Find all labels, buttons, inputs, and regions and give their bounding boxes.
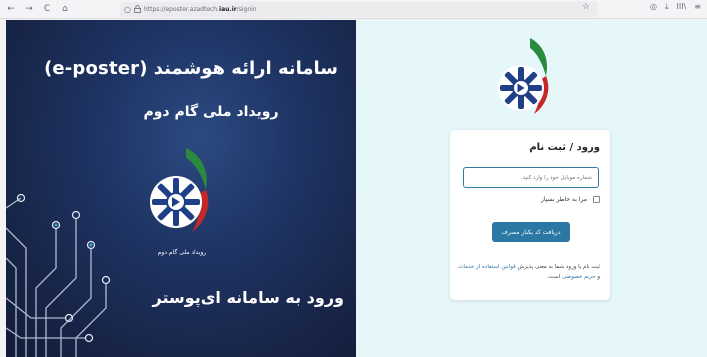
hero-subhead: رویداد ملی گام دوم [143,104,279,120]
hero-panel: سامانه ارائه هوشمند (e-poster) رویداد مل… [6,20,356,357]
home-icon[interactable]: ⌂ [58,2,72,16]
event-logo-icon: رویداد ملی گام دوم [498,38,549,138]
terms-of-service-link[interactable]: قوانین استفاده از خدمات [458,264,515,270]
url-text[interactable]: https://eposter.azadtech.iau.ir/signin [144,6,257,13]
library-icon[interactable]: III\ [677,2,687,12]
terms-prefix: ثبت نام یا ورود شما به معنی پذیرش [515,264,600,270]
forward-icon[interactable]: → [22,2,36,16]
lock-icon[interactable] [134,4,141,15]
privacy-link[interactable]: حریم خصوصی [562,274,596,280]
back-icon[interactable]: ← [4,2,18,16]
logo-caption: رویداد ملی گام دوم [158,248,207,256]
address-bar[interactable]: ○ https://eposter.azadtech.iau.ir/signin… [120,2,598,17]
terms-text: ثبت نام یا ورود شما به معنی پذیرش قوانین… [456,262,600,282]
terms-and: و [595,274,600,280]
event-logo-icon: رویداد ملی گام دوم [150,148,209,256]
remember-checkbox[interactable] [593,196,600,203]
shield-icon[interactable]: ○ [124,5,131,14]
login-panel: رویداد ملی گام دوم ورود / ثبت نام مرا به… [356,20,707,357]
url-suffix: /signin [236,6,257,13]
url-domain: iau.ir [219,6,237,13]
toolbar-right-icons: ◎ ⤓ III\ ≡ [650,2,701,12]
url-prefix: https://eposter.azadtech. [143,6,220,13]
hero-cta-text: ورود به سامانه ای‌پوستر [152,288,344,307]
reload-icon[interactable]: C [40,2,54,16]
get-otp-button[interactable]: دریافت کد یکبار مصرف [492,222,570,242]
browser-toolbar: ← → C ⌂ ○ https://eposter.azadtech.iau.i… [0,0,707,19]
download-icon[interactable]: ⤓ [665,2,669,12]
menu-icon[interactable]: ≡ [694,2,701,12]
bookmark-star-icon[interactable]: ☆ [582,2,590,12]
circuit-graphic [6,193,111,357]
login-card: ورود / ثبت نام مرا به خاطر بسپار دریافت … [450,130,610,300]
terms-suffix: است. [546,274,562,280]
phone-input[interactable] [463,167,599,188]
login-title: ورود / ثبت نام [529,142,600,153]
pocket-icon[interactable]: ◎ [650,2,657,12]
page-content: سامانه ارائه هوشمند (e-poster) رویداد مل… [0,20,707,357]
hero-headline: سامانه ارائه هوشمند (e-poster) [44,58,338,79]
remember-label: مرا به خاطر بسپار [541,196,587,203]
remember-me[interactable]: مرا به خاطر بسپار [541,196,600,203]
